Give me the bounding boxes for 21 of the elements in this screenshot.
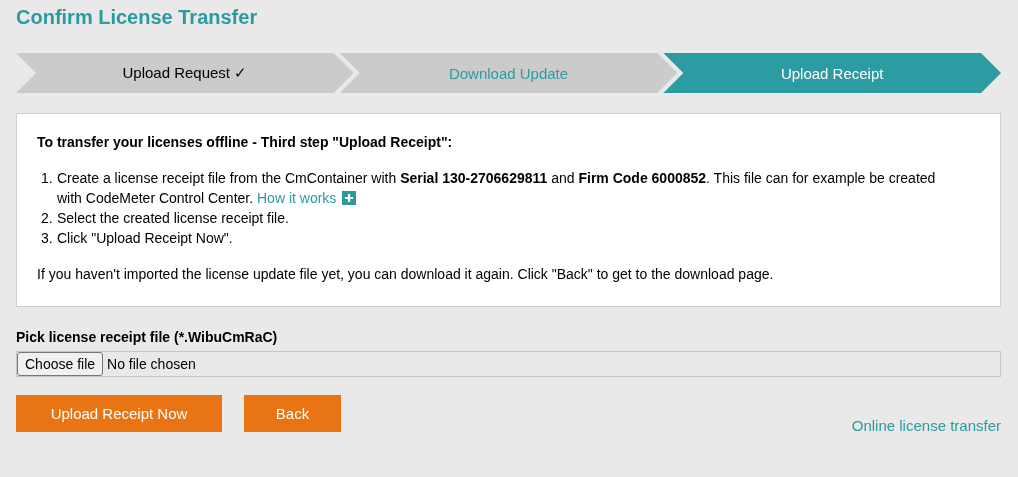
instruction-step: Click "Upload Receipt Now". xyxy=(57,228,940,248)
instruction-step: Select the created license receipt file. xyxy=(57,208,940,228)
file-input-field[interactable]: Choose file No file chosen xyxy=(16,351,1001,377)
plus-icon[interactable] xyxy=(342,191,357,205)
step-number: 2. xyxy=(41,209,54,228)
file-status-text: No file chosen xyxy=(107,356,196,372)
instructions-note: If you haven't imported the license update file yet, you can download it again. Click "Back" to get to the download page. xyxy=(37,266,775,282)
online-license-transfer-link[interactable]: Online license transfer xyxy=(851,417,1001,434)
page-title: Confirm License Transfer xyxy=(16,5,259,30)
file-picker-label: Pick license receipt file (*.WibuCmRaC) xyxy=(16,329,279,345)
wizard-step[interactable]: Download Update xyxy=(339,53,678,93)
instruction-step: Create a license receipt file from the CmContainer with Serial 130-2706629811 and Firm Code 6000852. This file can for example be created with CodeMeter Control Center. How it works xyxy=(57,168,940,208)
upload-receipt-button[interactable]: Upload Receipt Now xyxy=(16,395,222,432)
wizard-step[interactable]: Upload Receipt xyxy=(663,53,1001,93)
wizard-step[interactable]: Upload Request ✓ xyxy=(16,53,354,93)
step-number: 1. xyxy=(41,169,54,188)
how-it-works-link[interactable]: How it works xyxy=(257,190,337,206)
instructions-heading: To transfer your licenses offline - Third step "Upload Receipt": xyxy=(37,134,454,150)
choose-file-button[interactable]: Choose file xyxy=(17,352,104,376)
step-number: 3. xyxy=(41,229,54,248)
back-button[interactable]: Back xyxy=(244,395,341,432)
